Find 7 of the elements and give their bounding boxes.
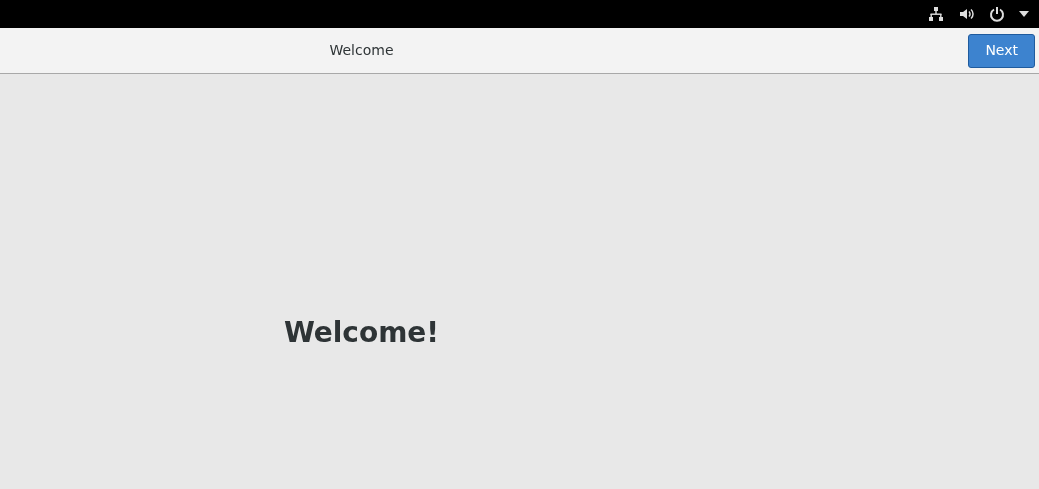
volume-icon[interactable] <box>958 6 975 22</box>
network-icon[interactable] <box>928 6 944 22</box>
power-icon[interactable] <box>989 6 1005 22</box>
window-title: Welcome <box>329 41 394 60</box>
welcome-heading: Welcome! <box>283 315 440 351</box>
dropdown-arrow-icon[interactable] <box>1019 11 1029 17</box>
next-button[interactable]: Next <box>968 33 1035 68</box>
